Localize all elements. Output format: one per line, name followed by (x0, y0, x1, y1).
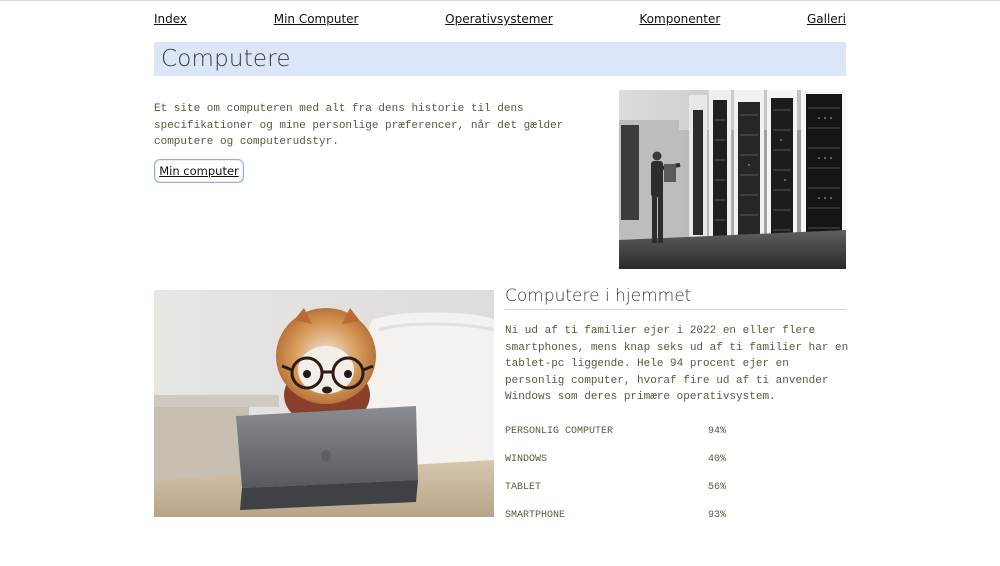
stat-row: PERSONLIG COMPUTER 94% (505, 417, 805, 445)
server-room-photo (619, 90, 846, 269)
stat-row: TABLET 56% (505, 473, 805, 501)
stat-value: 56% (708, 481, 727, 493)
page-title: Computere (161, 46, 291, 72)
stat-row: WINDOWS 40% (505, 445, 805, 473)
stat-value: 93% (708, 509, 727, 521)
section-title-home: Computere i hjemmet (505, 286, 846, 310)
server-room-image (619, 90, 846, 269)
stat-value: 94% (708, 425, 727, 437)
stat-value: 40% (708, 453, 727, 465)
hero-banner: Computere (154, 42, 846, 76)
dog-image (154, 290, 494, 517)
top-divider (0, 0, 1000, 1)
dog-with-tablet-photo (154, 290, 494, 517)
nav-link-galleri[interactable]: Galleri (807, 12, 846, 26)
stat-label: PERSONLIG COMPUTER (505, 425, 614, 437)
min-computer-button[interactable]: Min computer (154, 159, 244, 183)
nav-link-min-computer[interactable]: Min Computer (274, 12, 359, 26)
stat-label: WINDOWS (505, 453, 548, 465)
nav-link-komponenter[interactable]: Komponenter (639, 12, 720, 26)
intro-text: Et site om computeren med alt fra dens h… (154, 103, 564, 149)
stat-label: TABLET (505, 481, 542, 493)
nav-link-operativsystemer[interactable]: Operativsystemer (445, 12, 553, 26)
main-nav: Index Min Computer Operativsystemer Komp… (154, 10, 846, 28)
stats-table: PERSONLIG COMPUTER 94% WINDOWS 40% TABLE… (505, 417, 805, 529)
home-paragraph: Ni ud af ti familier ejer i 2022 en elle… (505, 325, 849, 404)
stat-label: SMARTPHONE (505, 509, 566, 521)
nav-link-index[interactable]: Index (154, 12, 187, 26)
stat-row: SMARTPHONE 93% (505, 501, 805, 529)
